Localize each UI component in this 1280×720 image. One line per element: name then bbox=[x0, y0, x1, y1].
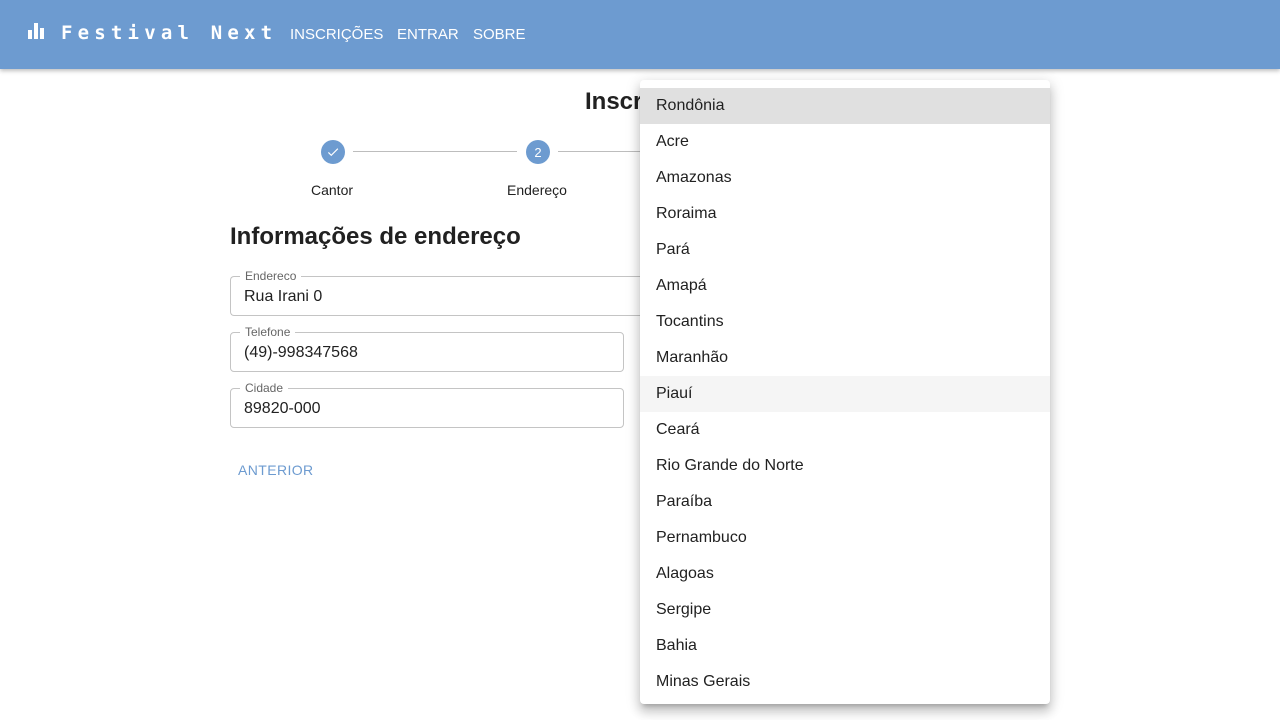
state-option[interactable]: Roraima bbox=[640, 196, 1050, 232]
state-option[interactable]: Pernambuco bbox=[640, 520, 1050, 556]
state-select-menu: Rondônia Acre Amazonas Roraima Pará Amap… bbox=[640, 80, 1050, 704]
state-option[interactable]: Ceará bbox=[640, 412, 1050, 448]
endereco-value[interactable]: Rua Irani 0 bbox=[244, 288, 322, 306]
back-button[interactable]: ANTERIOR bbox=[230, 456, 322, 484]
state-option[interactable]: Piauí bbox=[640, 376, 1050, 412]
state-option[interactable]: Bahia bbox=[640, 628, 1050, 664]
state-option[interactable]: Minas Gerais bbox=[640, 664, 1050, 700]
state-option[interactable]: Sergipe bbox=[640, 592, 1050, 628]
state-option[interactable]: Pará bbox=[640, 232, 1050, 268]
step-number-badge[interactable]: 2 bbox=[526, 140, 550, 164]
step-label-endereco: Endereço bbox=[507, 182, 567, 198]
state-option[interactable]: Rondônia bbox=[640, 88, 1050, 124]
telefone-value[interactable]: (49)-998347568 bbox=[244, 344, 358, 362]
check-icon bbox=[327, 148, 339, 157]
app-bar: Festival Next INSCRIÇÕES ENTRAR SOBRE bbox=[0, 0, 1280, 69]
cidade-label: Cidade bbox=[240, 381, 289, 395]
state-option[interactable]: Acre bbox=[640, 124, 1050, 160]
endereco-field[interactable]: Endereco Rua Irani 0 bbox=[230, 269, 660, 316]
state-option[interactable]: Maranhão bbox=[640, 340, 1050, 376]
section-title: Informações de endereço bbox=[230, 223, 521, 250]
step-completed-icon[interactable] bbox=[321, 140, 345, 164]
bar-chart-icon bbox=[28, 23, 44, 39]
nav-sobre[interactable]: SOBRE bbox=[473, 0, 526, 69]
state-option[interactable]: Amapá bbox=[640, 268, 1050, 304]
telefone-label: Telefone bbox=[240, 325, 296, 339]
endereco-label: Endereco bbox=[240, 269, 302, 283]
stepper-connector bbox=[558, 151, 648, 152]
state-option[interactable]: Rio Grande do Norte bbox=[640, 448, 1050, 484]
cidade-value[interactable]: 89820-000 bbox=[244, 400, 321, 418]
nav-entrar[interactable]: ENTRAR bbox=[397, 0, 459, 69]
state-option[interactable]: Alagoas bbox=[640, 556, 1050, 592]
state-option[interactable]: Paraíba bbox=[640, 484, 1050, 520]
step-label-cantor: Cantor bbox=[311, 182, 354, 198]
nav-inscricoes[interactable]: INSCRIÇÕES bbox=[290, 0, 383, 69]
state-option[interactable]: Amazonas bbox=[640, 160, 1050, 196]
state-option[interactable]: Tocantins bbox=[640, 304, 1050, 340]
telefone-field[interactable]: Telefone (49)-998347568 bbox=[230, 325, 624, 372]
cidade-field[interactable]: Cidade 89820-000 bbox=[230, 381, 624, 428]
brand-title[interactable]: Festival Next bbox=[61, 22, 277, 44]
stepper-connector bbox=[353, 151, 517, 152]
